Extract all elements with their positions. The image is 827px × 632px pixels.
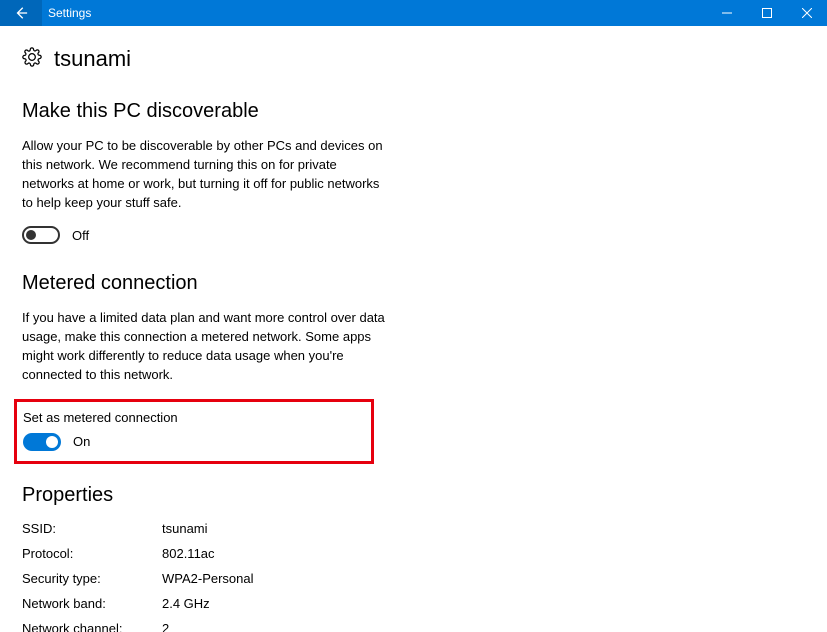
minimize-button[interactable] — [707, 0, 747, 26]
discoverable-toggle-label: Off — [72, 228, 89, 243]
close-button[interactable] — [787, 0, 827, 26]
metered-toggle-label: On — [73, 434, 90, 449]
maximize-button[interactable] — [747, 0, 787, 26]
prop-value: 2.4 GHz — [162, 596, 805, 611]
metered-toggle[interactable] — [23, 433, 61, 451]
minimize-icon — [722, 8, 732, 18]
gear-icon — [22, 47, 42, 72]
discoverable-description: Allow your PC to be discoverable by othe… — [22, 137, 392, 212]
arrow-left-icon — [14, 6, 28, 20]
titlebar: Settings — [0, 0, 827, 26]
table-row: SSID: tsunami — [22, 521, 805, 536]
prop-label: Security type: — [22, 571, 162, 586]
properties-table: SSID: tsunami Protocol: 802.11ac Securit… — [22, 521, 805, 632]
properties-heading: Properties — [22, 484, 805, 507]
prop-value: WPA2-Personal — [162, 571, 805, 586]
back-button[interactable] — [0, 0, 42, 26]
prop-value: 802.11ac — [162, 546, 805, 561]
page-title: tsunami — [54, 46, 131, 72]
window-controls — [707, 0, 827, 26]
discoverable-toggle[interactable] — [22, 226, 60, 244]
window-title: Settings — [42, 0, 707, 26]
metered-description: If you have a limited data plan and want… — [22, 309, 392, 384]
metered-field-label: Set as metered connection — [23, 410, 361, 425]
prop-value: 2 — [162, 621, 805, 632]
prop-value: tsunami — [162, 521, 805, 536]
table-row: Network channel: 2 — [22, 621, 805, 632]
discoverable-heading: Make this PC discoverable — [22, 100, 805, 123]
discoverable-toggle-row: Off — [22, 226, 805, 244]
metered-highlight: Set as metered connection On — [14, 399, 374, 464]
table-row: Protocol: 802.11ac — [22, 546, 805, 561]
close-icon — [802, 8, 812, 18]
prop-label: Network band: — [22, 596, 162, 611]
maximize-icon — [762, 8, 772, 18]
metered-heading: Metered connection — [22, 272, 805, 295]
content-area: tsunami Make this PC discoverable Allow … — [0, 26, 827, 632]
prop-label: SSID: — [22, 521, 162, 536]
page-header: tsunami — [22, 46, 805, 72]
metered-toggle-row: On — [23, 433, 361, 451]
prop-label: Network channel: — [22, 621, 162, 632]
table-row: Security type: WPA2-Personal — [22, 571, 805, 586]
table-row: Network band: 2.4 GHz — [22, 596, 805, 611]
prop-label: Protocol: — [22, 546, 162, 561]
